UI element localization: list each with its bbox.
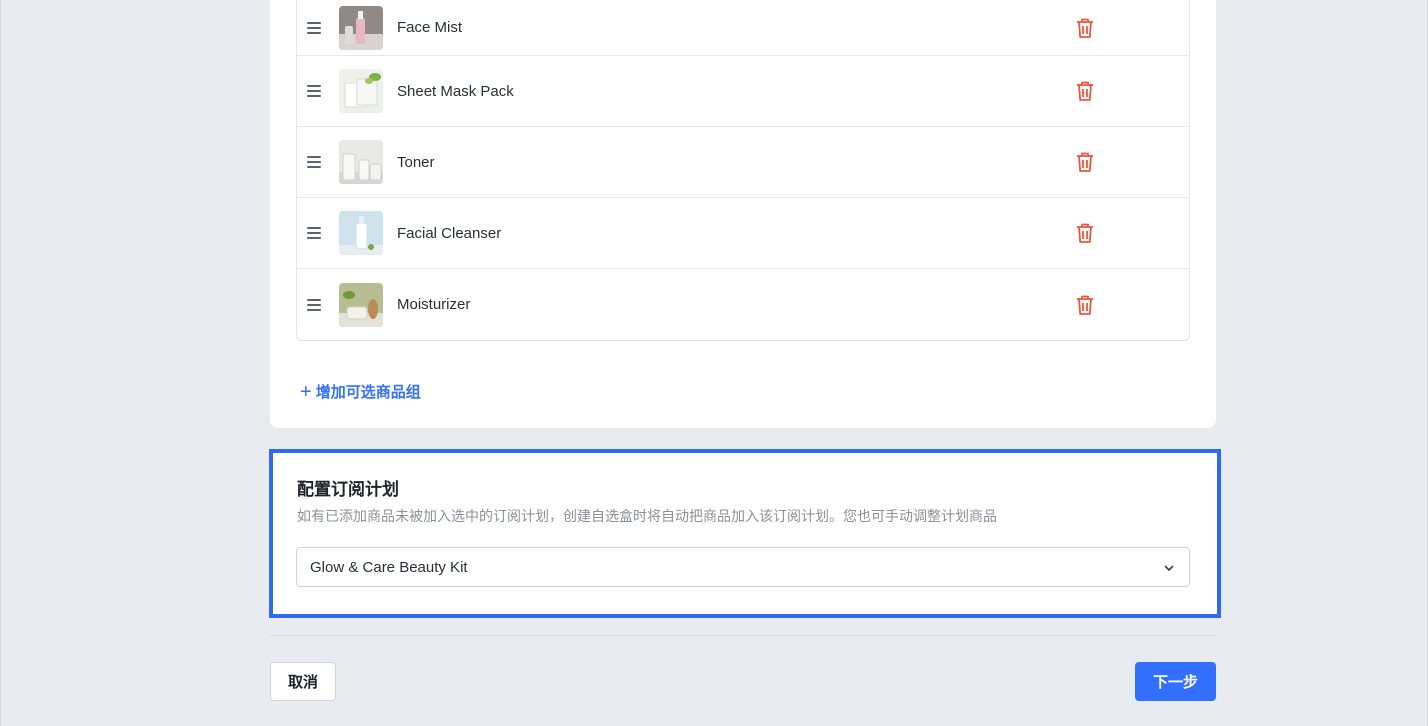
cancel-button[interactable]: 取消 (270, 662, 336, 701)
add-product-group-label: 增加可选商品组 (315, 384, 421, 401)
next-step-button[interactable]: 下一步 (1135, 662, 1216, 701)
delete-trash-icon[interactable] (1075, 222, 1095, 244)
product-name: Toner (397, 153, 435, 171)
product-list: Face Mist Sheet Mask Pack Toner Facial C… (296, 0, 1190, 341)
section-title: 配置订阅计划 (297, 480, 399, 499)
face-mist-thumbnail (339, 5, 383, 50)
product-name: Facial Cleanser (397, 224, 502, 242)
product-name: Face Mist (397, 19, 463, 36)
subscription-plan-section: 配置订阅计划 如有已添加商品未被加入选中的订阅计划，创建自选盒时将自动把商品加入… (269, 449, 1221, 618)
toner-thumbnail (339, 140, 383, 184)
delete-trash-icon[interactable] (1075, 17, 1095, 39)
list-item: Facial Cleanser (297, 198, 1189, 269)
product-name: Moisturizer (397, 296, 471, 313)
plus-icon: + (300, 380, 312, 403)
drag-handle-icon[interactable] (307, 156, 321, 168)
drag-handle-icon[interactable] (307, 21, 321, 34)
add-product-group-link[interactable]: + 增加可选商品组 (300, 381, 421, 402)
product-name: Sheet Mask Pack (397, 82, 514, 100)
moisturizer-thumbnail (339, 282, 383, 327)
delete-trash-icon[interactable] (1075, 294, 1095, 316)
delete-trash-icon[interactable] (1075, 151, 1095, 173)
sheet-mask-thumbnail (339, 69, 383, 113)
list-item: Face Mist (297, 0, 1189, 56)
subscription-plan-select[interactable]: Glow & Care Beauty Kit (296, 547, 1190, 587)
window-edge-left (0, 0, 1, 726)
list-item: Sheet Mask Pack (297, 56, 1189, 127)
product-group-card: Face Mist Sheet Mask Pack Toner Facial C… (270, 0, 1216, 428)
chevron-down-icon (1163, 561, 1175, 578)
drag-handle-icon[interactable] (307, 227, 321, 239)
cleanser-thumbnail (339, 211, 383, 255)
drag-handle-icon[interactable] (307, 85, 321, 97)
section-description: 如有已添加商品未被加入选中的订阅计划，创建自选盒时将自动把商品加入该订阅计划。您… (297, 508, 997, 524)
drag-handle-icon[interactable] (307, 298, 321, 311)
list-item: Toner (297, 127, 1189, 198)
selected-plan-value: Glow & Care Beauty Kit (310, 558, 468, 576)
list-item: Moisturizer (297, 269, 1189, 340)
footer-divider (270, 635, 1216, 636)
delete-trash-icon[interactable] (1075, 80, 1095, 102)
